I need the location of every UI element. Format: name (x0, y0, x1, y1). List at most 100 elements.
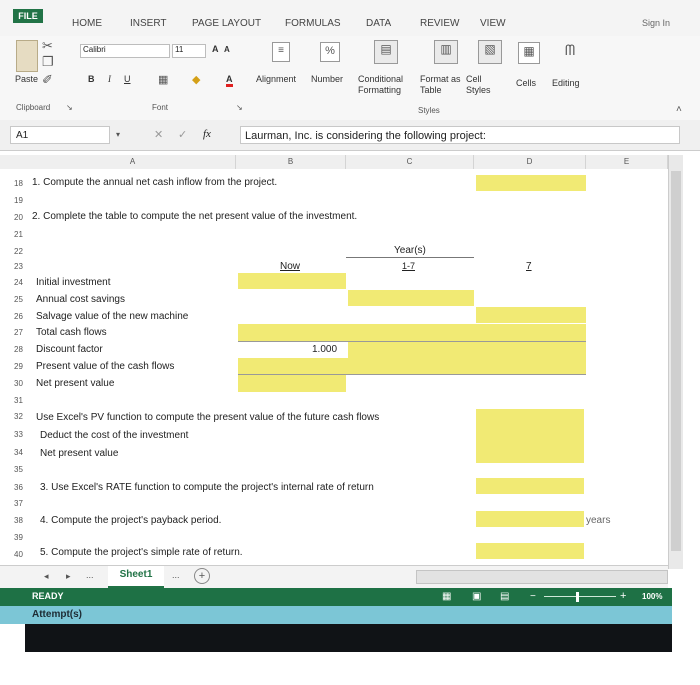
cell-a20[interactable]: 2. Complete the table to compute the net… (32, 211, 357, 222)
clipboard-launcher-icon[interactable]: ↘ (66, 100, 73, 116)
binoculars-icon[interactable]: ᗰ (560, 42, 580, 62)
row-number[interactable]: 32 (14, 412, 23, 421)
answer-cell-d18[interactable] (476, 175, 586, 191)
cell-a36[interactable]: 3. Use Excel's RATE function to compute … (40, 482, 374, 493)
format-as-table-icon[interactable]: ▥ (434, 40, 458, 64)
row-number[interactable]: 37 (14, 499, 23, 508)
row-number[interactable]: 35 (14, 465, 23, 474)
answer-cell-d36[interactable] (476, 478, 584, 494)
tab-review[interactable]: REVIEW (420, 18, 459, 29)
row-number[interactable]: 39 (14, 533, 23, 542)
cell-c23[interactable]: 1-7 (402, 261, 415, 271)
shrink-font-button[interactable]: A (224, 45, 230, 54)
cut-icon[interactable]: ✂ (42, 38, 53, 54)
row-number[interactable]: 29 (14, 362, 23, 371)
answer-cell-c25[interactable] (348, 290, 474, 306)
cell-c22[interactable]: Year(s) (394, 245, 426, 256)
fill-color-icon[interactable]: ◆ (192, 72, 200, 88)
normal-view-icon[interactable]: ▦ (442, 591, 451, 602)
font-name-select[interactable]: Calibri (80, 44, 170, 58)
formula-input[interactable]: Laurman, Inc. is considering the followi… (240, 126, 680, 144)
cell-a38[interactable]: 4. Compute the project's payback period. (40, 515, 221, 526)
answer-cell-b24[interactable] (238, 273, 346, 289)
paste-label[interactable]: Paste (15, 74, 38, 84)
alignment-icon[interactable]: ≡ (272, 42, 290, 62)
number-button[interactable]: Number (311, 74, 343, 84)
more-sheets-left[interactable]: ... (86, 570, 94, 580)
cell-a18[interactable]: 1. Compute the annual net cash inflow fr… (32, 177, 277, 188)
column-header-b[interactable]: B (236, 155, 346, 169)
new-sheet-icon[interactable]: + (194, 568, 210, 584)
cells-icon[interactable]: ▦ (518, 42, 540, 64)
name-box-dropdown-icon[interactable]: ▾ (116, 130, 120, 139)
sign-in-link[interactable]: Sign In (642, 18, 670, 28)
row-number[interactable]: 26 (14, 312, 23, 321)
cell-b28[interactable]: 1.000 (312, 344, 337, 355)
row-number[interactable]: 30 (14, 379, 23, 388)
format-as-table-button[interactable]: Format as Table (420, 74, 464, 96)
borders-icon[interactable]: ▦ (158, 72, 168, 88)
row-number[interactable]: 18 (14, 179, 23, 188)
font-color-button[interactable]: A (226, 74, 233, 87)
cell-a29[interactable]: Present value of the cash flows (36, 361, 174, 372)
scrollbar-thumb[interactable] (671, 171, 681, 551)
page-break-view-icon[interactable]: ▤ (500, 591, 509, 602)
font-size-select[interactable]: 11 (172, 44, 206, 58)
cells-button[interactable]: Cells (516, 78, 536, 88)
row-number[interactable]: 24 (14, 278, 23, 287)
cell-styles-button[interactable]: Cell Styles (466, 74, 500, 96)
row-number[interactable]: 20 (14, 213, 23, 222)
name-box[interactable]: A1 (10, 126, 110, 144)
cell-a30[interactable]: Net present value (36, 378, 114, 389)
cell-a33[interactable]: Deduct the cost of the investment (40, 430, 188, 441)
row-number[interactable]: 25 (14, 295, 23, 304)
row-number[interactable]: 38 (14, 516, 23, 525)
row-number[interactable]: 21 (14, 230, 23, 239)
zoom-slider[interactable] (544, 596, 616, 597)
cell-e38[interactable]: years (586, 515, 610, 526)
column-header-a[interactable]: A (30, 155, 236, 169)
row-number[interactable]: 19 (14, 196, 23, 205)
cell-a25[interactable]: Annual cost savings (36, 294, 125, 305)
tab-data[interactable]: DATA (366, 18, 391, 29)
zoom-level[interactable]: 100% (642, 592, 662, 601)
scroll-left-icon[interactable]: ◂ (44, 571, 49, 582)
insert-function-icon[interactable]: fx (203, 128, 211, 140)
enter-entry-icon[interactable]: ✓ (178, 128, 187, 141)
row-number[interactable]: 33 (14, 430, 23, 439)
format-painter-icon[interactable]: ✐ (42, 72, 53, 88)
answer-cells-d32-d34[interactable] (476, 409, 584, 463)
percent-icon[interactable]: % (320, 42, 340, 62)
cell-a40[interactable]: 5. Compute the project's simple rate of … (40, 547, 243, 558)
row-number[interactable]: 36 (14, 483, 23, 492)
tab-page-layout[interactable]: PAGE LAYOUT (192, 18, 261, 29)
underline-button[interactable]: U (124, 74, 131, 84)
column-header-e[interactable]: E (586, 155, 668, 169)
conditional-formatting-icon[interactable]: ▤ (374, 40, 398, 64)
row-number[interactable]: 28 (14, 345, 23, 354)
row-number[interactable]: 27 (14, 328, 23, 337)
column-header-c[interactable]: C (346, 155, 474, 169)
grow-font-button[interactable]: A (212, 44, 219, 54)
cell-d23[interactable]: 7 (526, 261, 532, 272)
tab-view[interactable]: VIEW (480, 18, 506, 29)
bold-button[interactable]: B (88, 74, 95, 84)
italic-button[interactable]: I (108, 74, 111, 84)
row-number[interactable]: 23 (14, 262, 23, 271)
cell-a32[interactable]: Use Excel's PV function to compute the p… (36, 412, 379, 423)
vertical-scrollbar[interactable] (668, 155, 683, 569)
row-number[interactable]: 22 (14, 247, 23, 256)
cancel-entry-icon[interactable]: ✕ (154, 128, 163, 141)
tab-insert[interactable]: INSERT (130, 18, 167, 29)
font-launcher-icon[interactable]: ↘ (236, 100, 243, 116)
cell-b23[interactable]: Now (280, 261, 300, 272)
zoom-out-icon[interactable]: − (530, 591, 536, 602)
page-layout-view-icon[interactable]: ▣ (472, 591, 481, 602)
horizontal-scrollbar[interactable] (416, 570, 668, 584)
conditional-formatting-button[interactable]: Conditional Formatting (358, 74, 416, 96)
cell-a26[interactable]: Salvage value of the new machine (36, 311, 188, 322)
answer-cells-c28-d28[interactable] (348, 341, 586, 358)
answer-cell-d40[interactable] (476, 543, 584, 559)
sheet-tab-sheet1[interactable]: Sheet1 (108, 566, 164, 588)
zoom-in-icon[interactable]: + (620, 590, 626, 602)
